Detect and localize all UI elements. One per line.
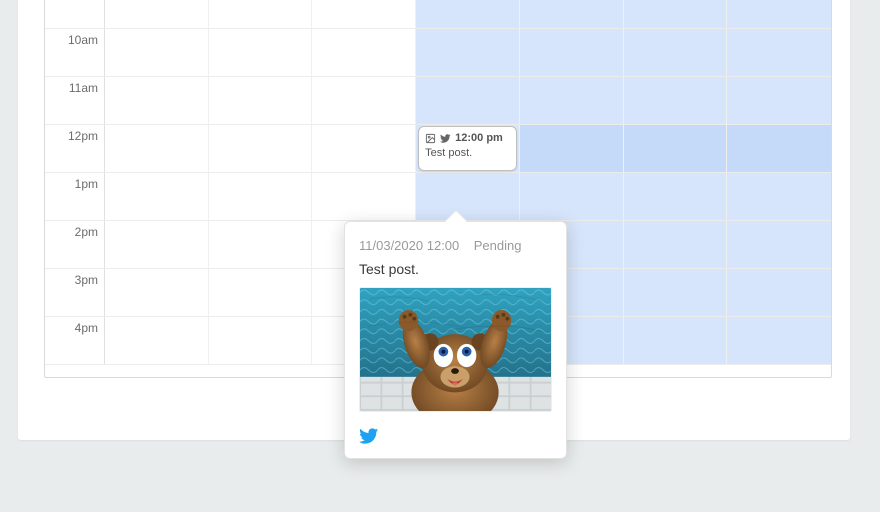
day-cell[interactable]	[624, 0, 728, 28]
day-cell[interactable]	[520, 77, 624, 124]
twitter-icon[interactable]	[359, 426, 552, 446]
day-cell[interactable]	[520, 29, 624, 76]
day-cell[interactable]	[727, 269, 831, 316]
day-cell[interactable]	[105, 173, 209, 220]
popover-attachment-image[interactable]	[359, 287, 552, 412]
day-cell[interactable]	[727, 0, 831, 28]
day-cell[interactable]	[105, 269, 209, 316]
day-cell[interactable]	[727, 317, 831, 364]
day-cell[interactable]	[624, 221, 728, 268]
day-cell[interactable]	[520, 0, 624, 28]
day-cell[interactable]	[727, 173, 831, 220]
day-cell[interactable]	[209, 125, 313, 172]
day-cell[interactable]	[520, 173, 624, 220]
day-cell[interactable]	[624, 269, 728, 316]
day-cell[interactable]	[624, 317, 728, 364]
hour-row: 1pm	[45, 173, 831, 221]
popover-meta: 11/03/2020 12:00 Pending	[359, 238, 552, 253]
hour-row: 10am	[45, 29, 831, 77]
image-icon	[425, 133, 436, 144]
popover-body: Test post.	[359, 261, 552, 277]
hour-label: 12pm	[45, 125, 105, 172]
day-cell[interactable]	[105, 317, 209, 364]
day-cell[interactable]	[312, 29, 416, 76]
hour-label: 2pm	[45, 221, 105, 268]
hour-label: 10am	[45, 29, 105, 76]
day-cell[interactable]	[209, 173, 313, 220]
hour-label: 3pm	[45, 269, 105, 316]
day-cell[interactable]	[209, 77, 313, 124]
day-cell[interactable]	[624, 77, 728, 124]
day-cell[interactable]	[209, 221, 313, 268]
day-cell[interactable]	[312, 77, 416, 124]
day-cell[interactable]	[209, 0, 313, 28]
day-cell[interactable]	[105, 29, 209, 76]
day-cell[interactable]	[416, 0, 520, 28]
popover-time: 12:00	[427, 238, 460, 253]
day-cell[interactable]	[416, 173, 520, 220]
day-cell[interactable]: 12:00 pmTest post.	[416, 125, 520, 172]
event-popover: 11/03/2020 12:00 Pending Test post.	[344, 221, 567, 459]
hour-label: 1pm	[45, 173, 105, 220]
day-cell[interactable]	[312, 0, 416, 28]
day-cell[interactable]	[105, 0, 209, 28]
event-time: 12:00 pm	[455, 131, 503, 146]
popover-date: 11/03/2020	[359, 238, 423, 253]
day-cell[interactable]	[416, 29, 520, 76]
day-cell[interactable]	[312, 125, 416, 172]
day-cell[interactable]	[312, 173, 416, 220]
day-cell[interactable]	[416, 77, 520, 124]
day-cell[interactable]	[209, 317, 313, 364]
event-body: Test post.	[425, 146, 510, 161]
day-cell[interactable]	[209, 269, 313, 316]
day-cell[interactable]	[105, 221, 209, 268]
twitter-icon	[440, 133, 451, 144]
hour-label: 4pm	[45, 317, 105, 364]
day-cell[interactable]	[624, 173, 728, 220]
hour-row: 12pm 12:00 pmTest post.	[45, 125, 831, 173]
hour-label: 9am	[45, 0, 105, 28]
day-cell[interactable]	[105, 77, 209, 124]
day-cell[interactable]	[209, 29, 313, 76]
calendar-event[interactable]: 12:00 pmTest post.	[418, 126, 517, 171]
day-cell[interactable]	[520, 125, 624, 172]
hour-row: 11am	[45, 77, 831, 125]
day-cell[interactable]	[624, 125, 728, 172]
hour-row: 9am	[45, 0, 831, 29]
popover-status: Pending	[474, 238, 522, 253]
day-cell[interactable]	[624, 29, 728, 76]
day-cell[interactable]	[727, 29, 831, 76]
day-cell[interactable]	[727, 125, 831, 172]
day-cell[interactable]	[727, 221, 831, 268]
hour-label: 11am	[45, 77, 105, 124]
day-cell[interactable]	[727, 77, 831, 124]
day-cell[interactable]	[105, 125, 209, 172]
